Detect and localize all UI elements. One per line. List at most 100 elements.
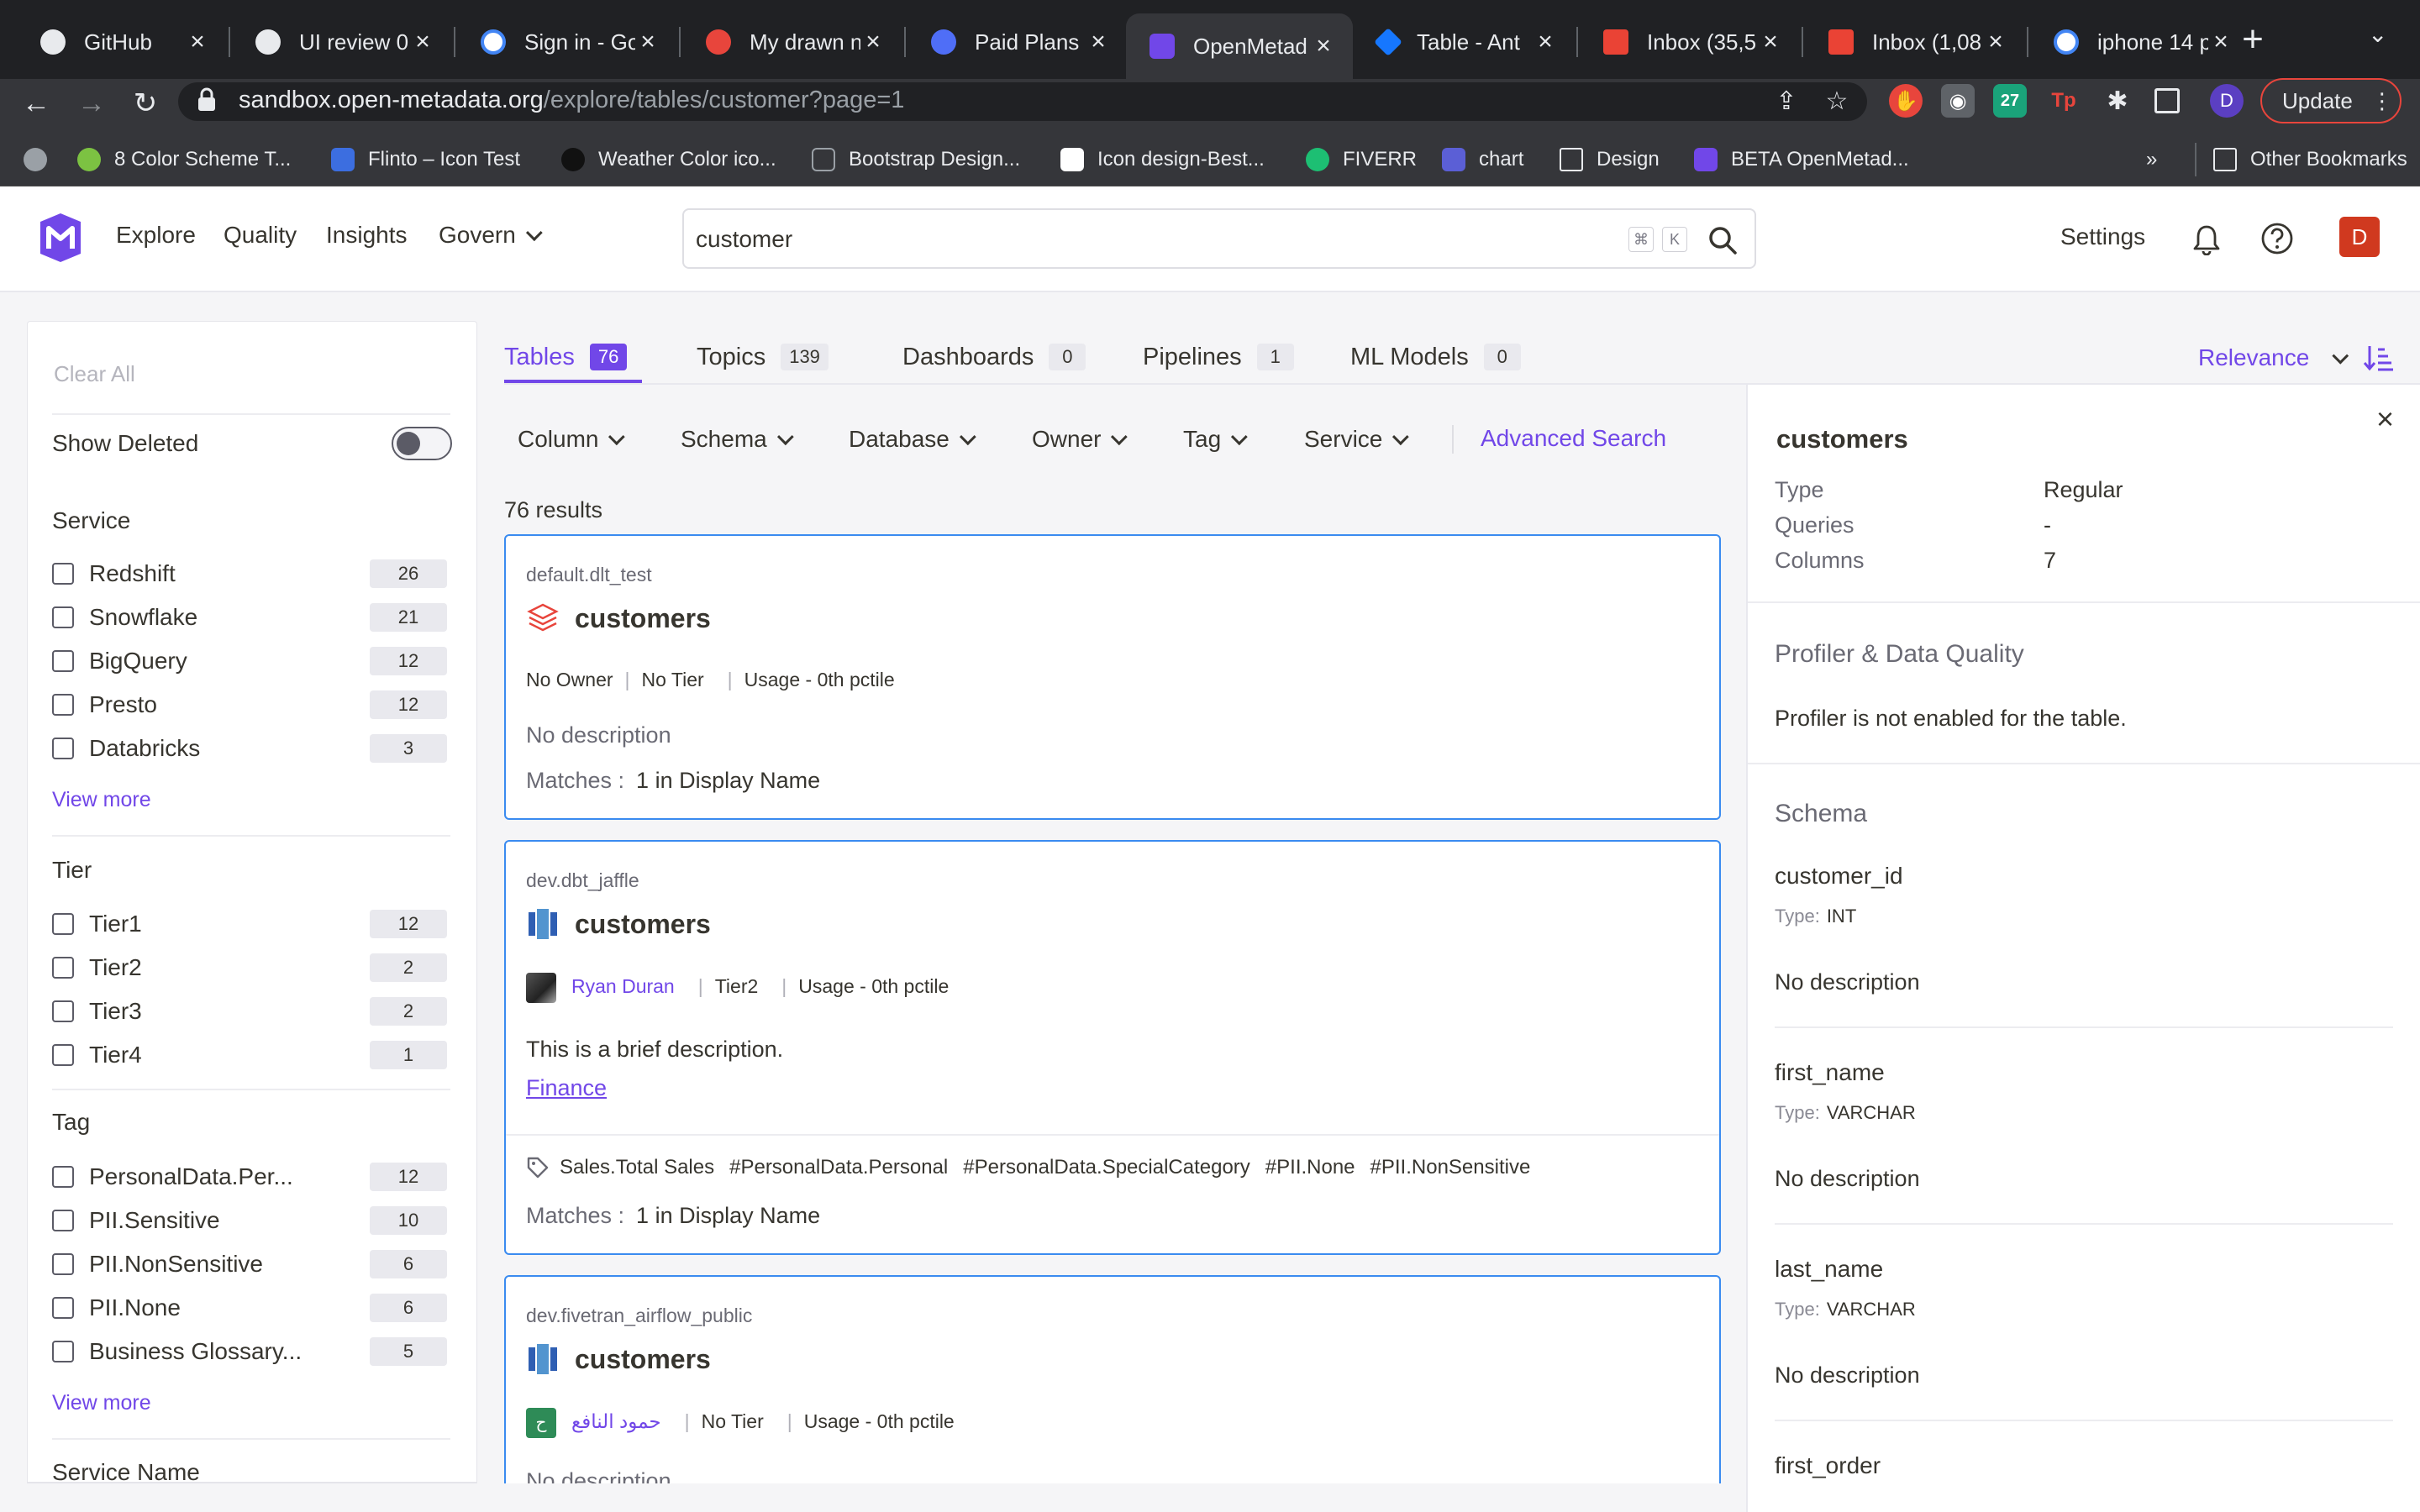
filter-option[interactable]: Snowflake 21 [52, 601, 447, 634]
browser-tab[interactable]: iphone 14 p × [2030, 10, 2250, 74]
bookmark-item[interactable]: BETA OpenMetad... [1694, 143, 1909, 176]
glossary-link[interactable]: Finance [526, 1075, 607, 1101]
checkbox[interactable] [52, 1000, 74, 1022]
search-input[interactable] [696, 223, 1452, 255]
filter-option[interactable]: BigQuery 12 [52, 644, 447, 678]
owner-link[interactable]: حمود النافع [571, 1410, 661, 1432]
nav-insights[interactable]: Insights [326, 222, 408, 249]
checkbox[interactable] [52, 1253, 74, 1275]
filter-option[interactable]: Tier1 12 [52, 907, 447, 941]
checkbox[interactable] [52, 913, 74, 935]
filter-option[interactable]: PII.None 6 [52, 1291, 447, 1325]
close-icon[interactable]: × [1983, 28, 2008, 56]
checkbox[interactable] [52, 1166, 74, 1188]
sort-order-icon[interactable] [2363, 343, 2395, 373]
help-icon[interactable] [2260, 222, 2294, 255]
tag-chip[interactable]: #PII.NonSensitive [1370, 1156, 1531, 1179]
result-fqn[interactable]: dev.dbt_jaffle [526, 869, 639, 892]
bookmark-item[interactable]: Bootstrap Design... [812, 143, 1020, 176]
close-icon[interactable]: × [1311, 32, 1336, 60]
filter-option[interactable]: Business Glossary... 5 [52, 1335, 447, 1368]
bookmarks-overflow-button[interactable]: » [2146, 143, 2157, 176]
result-fqn[interactable]: default.dlt_test [526, 564, 652, 586]
clear-all-button[interactable]: Clear All [54, 361, 135, 387]
checkbox[interactable] [52, 1297, 74, 1319]
sort-dropdown[interactable]: Relevance [2198, 344, 2349, 371]
filter-option[interactable]: Presto 12 [52, 688, 447, 722]
checkbox[interactable] [52, 563, 74, 585]
close-icon[interactable]: × [860, 28, 886, 56]
database-dropdown[interactable]: Database [849, 424, 976, 454]
other-bookmarks-folder[interactable]: Other Bookmarks [2195, 143, 2407, 176]
view-more-link[interactable]: View more [52, 788, 151, 812]
browser-tab[interactable]: My drawn n × [682, 10, 902, 74]
column-name[interactable]: first_order [1775, 1452, 1881, 1479]
tab-dashboards[interactable]: Dashboards 0 [902, 339, 1086, 375]
tab-search-chevron-icon[interactable]: ⌄ [2368, 20, 2387, 48]
url-text[interactable]: sandbox.open-metadata.org/explore/tables… [239, 87, 904, 114]
browser-tab[interactable]: Table - Ant × [1355, 10, 1575, 74]
close-icon[interactable]: × [2208, 28, 2233, 56]
nav-explore[interactable]: Explore [116, 222, 196, 249]
checkbox[interactable] [52, 738, 74, 759]
filter-option[interactable]: PII.Sensitive 10 [52, 1204, 447, 1237]
owner-dropdown[interactable]: Owner [1032, 424, 1128, 454]
bookmark-item[interactable]: FIVERR [1306, 143, 1417, 176]
user-avatar[interactable]: D [2339, 217, 2380, 257]
extension-hand-icon[interactable]: ✋ [1889, 84, 1923, 118]
back-arrow-icon[interactable]: ← [17, 84, 55, 123]
search-icon[interactable] [1707, 225, 1738, 255]
result-fqn[interactable]: dev.fivetran_airflow_public [526, 1305, 752, 1327]
tab-ml-models[interactable]: ML Models 0 [1350, 339, 1521, 375]
tab-tables[interactable]: Tables 76 [504, 339, 628, 375]
close-icon[interactable]: × [1533, 28, 1558, 56]
filter-option[interactable]: Tier3 2 [52, 995, 447, 1028]
advanced-search-link[interactable]: Advanced Search [1481, 425, 1666, 452]
bookmark-item[interactable]: Flinto – Icon Test [331, 143, 520, 176]
show-deleted-toggle[interactable] [392, 427, 452, 460]
service-dropdown[interactable]: Service [1304, 424, 1410, 454]
apps-globe-icon[interactable] [24, 143, 60, 176]
filter-option[interactable]: Tier4 1 [52, 1038, 447, 1072]
checkbox[interactable] [52, 1341, 74, 1362]
bookmark-star-icon[interactable]: ☆ [1820, 84, 1854, 118]
result-title[interactable]: customers [575, 909, 711, 940]
tag-chip[interactable]: #PersonalData.SpecialCategory [963, 1156, 1250, 1179]
update-button[interactable]: Update ⋮ [2260, 78, 2402, 123]
tab-pipelines[interactable]: Pipelines 1 [1143, 339, 1294, 375]
extension-27-icon[interactable]: 27 [1993, 84, 2027, 118]
reload-icon[interactable]: ↻ [126, 84, 165, 123]
nav-govern[interactable]: Govern [439, 222, 543, 249]
puzzle-extensions-icon[interactable]: ✱ [2101, 84, 2134, 118]
lock-icon[interactable] [195, 87, 218, 113]
column-name[interactable]: last_name [1775, 1256, 1883, 1283]
filter-option[interactable]: Redshift 26 [52, 557, 447, 591]
result-title[interactable]: customers [575, 1344, 711, 1375]
checkbox[interactable] [52, 606, 74, 628]
filter-option[interactable]: Databricks 3 [52, 732, 447, 765]
settings-link[interactable]: Settings [2060, 223, 2145, 250]
new-tab-plus-icon[interactable]: + [2233, 18, 2272, 60]
browser-tab[interactable]: GitHub × [17, 10, 227, 74]
panel-title[interactable]: customers [1776, 424, 1908, 454]
browser-tab-active[interactable]: OpenMetad × [1126, 13, 1353, 79]
close-icon[interactable]: × [1758, 28, 1783, 56]
filter-option[interactable]: PersonalData.Per... 12 [52, 1160, 447, 1194]
view-more-link[interactable]: View more [52, 1391, 151, 1415]
bookmark-item[interactable]: 8 Color Scheme T... [77, 143, 291, 176]
extension-tp-icon[interactable]: Tp [2047, 84, 2081, 118]
tab-topics[interactable]: Topics 139 [697, 339, 829, 375]
close-icon[interactable]: × [410, 28, 435, 56]
browser-profile-avatar[interactable]: D [2210, 84, 2244, 118]
bookmark-item[interactable]: Icon design-Best... [1060, 143, 1265, 176]
browser-tab[interactable]: Sign in - Go × [457, 10, 677, 74]
browser-tab[interactable]: Inbox (35,5 × [1580, 10, 1800, 74]
nav-quality[interactable]: Quality [224, 222, 297, 249]
checkbox[interactable] [52, 1210, 74, 1231]
close-icon[interactable]: × [1086, 28, 1111, 56]
bell-icon[interactable] [2191, 223, 2222, 255]
bookmark-item[interactable]: chart [1442, 143, 1523, 176]
share-icon[interactable]: ⇪ [1770, 84, 1803, 118]
tag-chip[interactable]: Sales.Total Sales [560, 1156, 714, 1179]
bookmark-folder[interactable]: Design [1560, 143, 1660, 176]
